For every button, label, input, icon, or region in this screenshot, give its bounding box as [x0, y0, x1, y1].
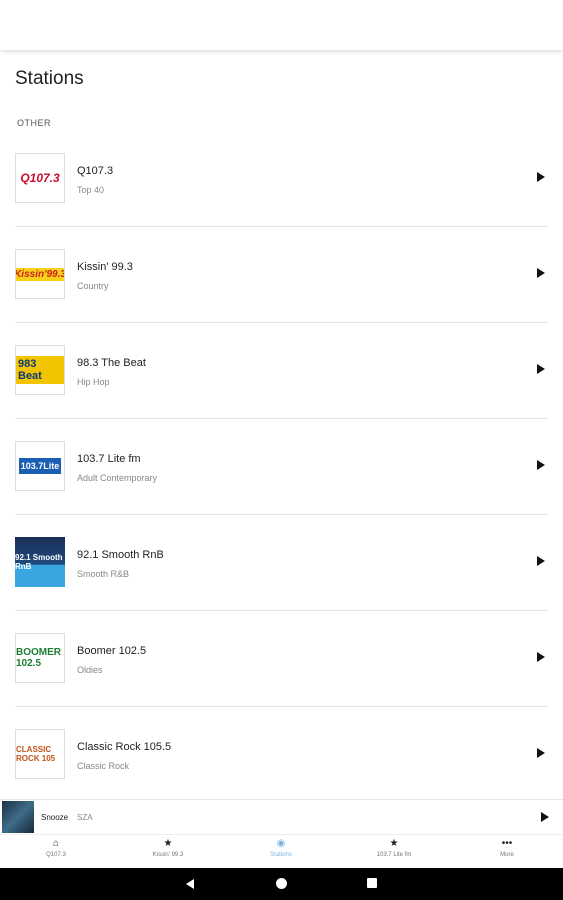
station-genre: Hip Hop: [77, 377, 110, 387]
now-playing-artist: SZA: [77, 813, 93, 822]
play-icon[interactable]: [541, 812, 549, 822]
station-row[interactable]: 103.7Lite 103.7 Lite fm Adult Contempora…: [0, 419, 563, 515]
nav-item-stations[interactable]: ◉ Stations: [225, 835, 337, 869]
station-logo: CLASSIC ROCK 105: [15, 729, 65, 779]
play-icon[interactable]: [537, 556, 545, 566]
station-row[interactable]: CLASSIC ROCK 105 Classic Rock 105.5 Clas…: [0, 707, 563, 803]
station-name: 92.1 Smooth RnB: [77, 549, 164, 561]
home-icon: ⌂: [52, 838, 60, 849]
nav-item-kissin[interactable]: ★ Kissin' 99.3: [112, 835, 224, 869]
station-name: Q107.3: [77, 165, 114, 177]
station-genre: Adult Contemporary: [77, 473, 158, 483]
section-label: OTHER: [17, 118, 51, 128]
nav-label: Q107.3: [46, 852, 66, 858]
station-name: 98.3 The Beat: [77, 357, 146, 369]
station-logo: 983 Beat: [15, 345, 65, 395]
station-genre: Oldies: [77, 665, 103, 675]
play-icon[interactable]: [537, 268, 545, 278]
station-list: Q107.3 Q107.3 Top 40 Kissin'99.3 Kissin'…: [0, 131, 563, 803]
station-name: Boomer 102.5: [77, 645, 147, 657]
nav-item-lite-fm[interactable]: ★ 103.7 Lite fm: [338, 835, 450, 869]
nav-label: 103.7 Lite fm: [376, 852, 412, 858]
station-logo: BOOMER 102.5: [15, 633, 65, 683]
station-row[interactable]: 983 Beat 98.3 The Beat Hip Hop: [0, 323, 563, 419]
station-row[interactable]: Q107.3 Q107.3 Top 40: [0, 131, 563, 227]
star-icon: ★: [389, 838, 399, 849]
station-row[interactable]: BOOMER 102.5 Boomer 102.5 Oldies: [0, 611, 563, 707]
station-logo: 103.7Lite: [15, 441, 65, 491]
more-icon: •••: [501, 838, 513, 849]
station-genre: Top 40: [77, 185, 105, 195]
play-icon[interactable]: [537, 172, 545, 182]
radio-icon: ◉: [276, 838, 286, 849]
system-navigation-bar: [0, 868, 563, 900]
nav-item-more[interactable]: ••• More: [451, 835, 563, 869]
play-icon[interactable]: [537, 364, 545, 374]
album-art: [2, 801, 34, 833]
station-name: 103.7 Lite fm: [77, 453, 141, 465]
nav-item-q1073[interactable]: ⌂ Q107.3: [0, 835, 112, 869]
nav-label: More: [500, 852, 514, 858]
station-logo: Kissin'99.3: [15, 249, 65, 299]
now-playing-title: Snooze: [41, 813, 69, 822]
page-title: Stations: [15, 68, 84, 89]
nav-label: Kissin' 99.3: [152, 852, 184, 858]
star-icon: ★: [163, 838, 173, 849]
station-genre: Smooth R&B: [77, 569, 130, 579]
nav-label: Stations: [270, 852, 292, 858]
play-icon[interactable]: [537, 460, 545, 470]
recents-icon[interactable]: [367, 878, 377, 888]
play-icon[interactable]: [537, 652, 545, 662]
station-genre: Classic Rock: [77, 761, 130, 771]
back-icon[interactable]: [186, 879, 194, 889]
app-top-bar: [0, 0, 563, 50]
station-row[interactable]: Kissin'99.3 Kissin' 99.3 Country: [0, 227, 563, 323]
station-name: Classic Rock 105.5: [77, 741, 172, 753]
mini-player[interactable]: Snooze SZA: [0, 799, 563, 834]
home-button-icon[interactable]: [276, 878, 287, 889]
play-icon[interactable]: [537, 748, 545, 758]
station-genre: Country: [77, 281, 109, 291]
station-logo: 92.1 Smooth RnB: [15, 537, 65, 587]
station-logo: Q107.3: [15, 153, 65, 203]
station-row[interactable]: 92.1 Smooth RnB 92.1 Smooth RnB Smooth R…: [0, 515, 563, 611]
bottom-navigation: ⌂ Q107.3 ★ Kissin' 99.3 ◉ Stations ★ 103…: [0, 834, 563, 869]
station-name: Kissin' 99.3: [77, 261, 133, 273]
